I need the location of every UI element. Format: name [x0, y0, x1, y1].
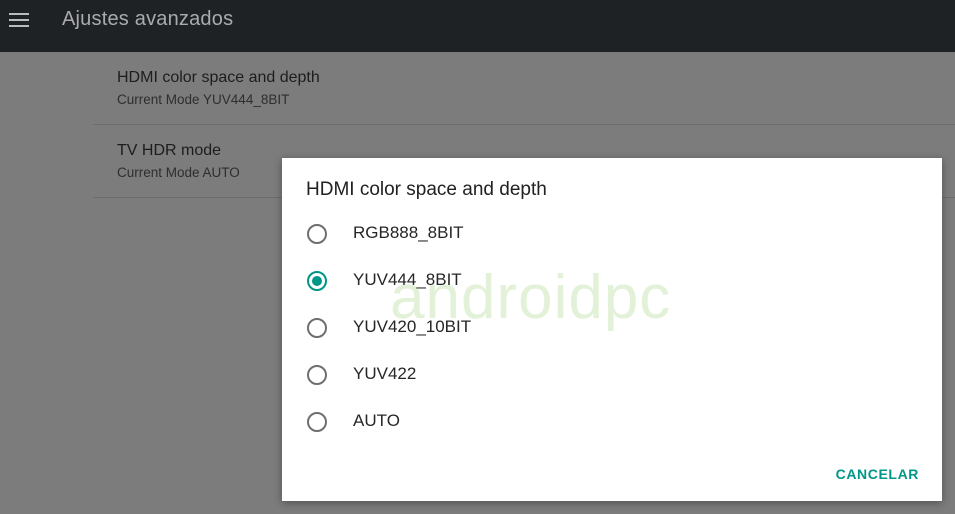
- radio-unchecked-icon[interactable]: [307, 318, 327, 338]
- setting-subtitle: Current Mode YUV444_8BIT: [117, 92, 290, 107]
- dialog-title: HDMI color space and depth: [306, 179, 547, 200]
- option-label: YUV420_10BIT: [353, 317, 472, 336]
- radio-checked-icon[interactable]: [307, 271, 327, 291]
- option-yuv444-8bit[interactable]: YUV444_8BIT: [282, 258, 942, 305]
- option-label: YUV422: [353, 364, 417, 383]
- option-label: RGB888_8BIT: [353, 223, 464, 242]
- option-yuv420-10bit[interactable]: YUV420_10BIT: [282, 305, 942, 352]
- page-title: Ajustes avanzados: [62, 8, 234, 30]
- options-list: RGB888_8BIT YUV444_8BIT YUV420_10BIT YUV…: [282, 211, 942, 446]
- setting-hdmi-color-space[interactable]: HDMI color space and depth Current Mode …: [93, 52, 955, 125]
- setting-title: HDMI color space and depth: [117, 69, 320, 86]
- app-bar: Ajustes avanzados: [0, 0, 955, 52]
- option-label: YUV444_8BIT: [353, 270, 462, 289]
- hamburger-menu-icon[interactable]: [9, 11, 29, 29]
- option-rgb888-8bit[interactable]: RGB888_8BIT: [282, 211, 942, 258]
- option-yuv422[interactable]: YUV422: [282, 352, 942, 399]
- radio-unchecked-icon[interactable]: [307, 412, 327, 432]
- option-auto[interactable]: AUTO: [282, 399, 942, 446]
- cancel-button[interactable]: CANCELAR: [836, 466, 919, 482]
- radio-unchecked-icon[interactable]: [307, 365, 327, 385]
- setting-title: TV HDR mode: [117, 142, 222, 159]
- radio-unchecked-icon[interactable]: [307, 224, 327, 244]
- option-label: AUTO: [353, 411, 400, 430]
- setting-subtitle: Current Mode AUTO: [117, 165, 240, 180]
- color-space-dialog: HDMI color space and depth RGB888_8BIT Y…: [282, 158, 942, 501]
